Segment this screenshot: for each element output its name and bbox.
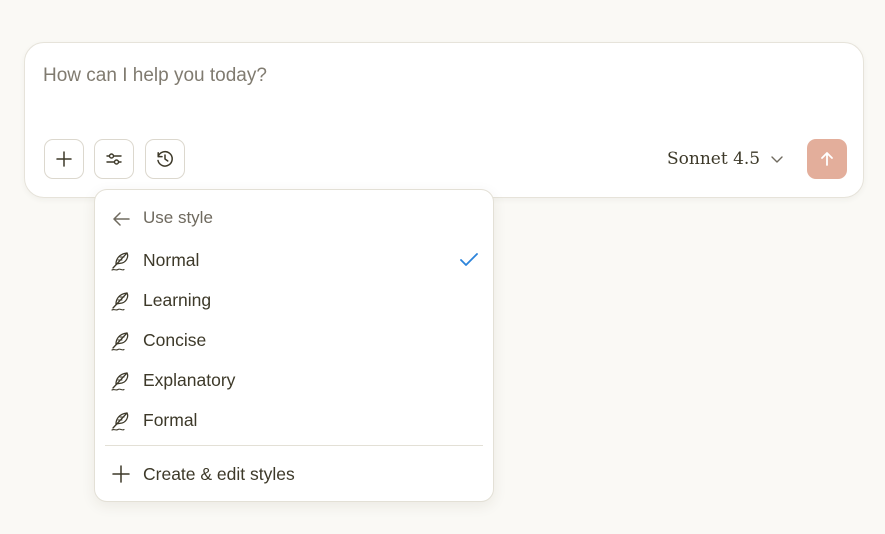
style-item-label: Normal — [143, 250, 200, 270]
prompt-input[interactable] — [43, 65, 823, 87]
style-item-label: Concise — [143, 330, 207, 350]
menu-header-label: Use style — [143, 208, 213, 227]
chevron-down-icon — [771, 156, 783, 163]
style-item-normal[interactable]: Normal — [99, 242, 489, 278]
sliders-icon — [106, 153, 122, 165]
create-edit-styles-button[interactable]: Create & edit styles — [99, 456, 489, 492]
model-selector[interactable]: Sonnet 4.5 — [667, 146, 784, 172]
arrow-up-icon — [821, 152, 833, 166]
feather-icon — [111, 252, 129, 271]
feather-icon — [111, 332, 129, 351]
model-label: Sonnet 4.5 — [667, 149, 761, 169]
style-item-label: Formal — [143, 410, 198, 430]
history-clock-icon — [157, 150, 173, 167]
style-item-learning[interactable]: Learning — [99, 282, 489, 318]
send-button[interactable] — [807, 139, 847, 179]
tools-button[interactable] — [94, 139, 134, 179]
plus-icon — [56, 151, 72, 167]
chat-composer: Sonnet 4.5 — [24, 42, 864, 198]
style-item-formal[interactable]: Formal — [99, 402, 489, 438]
check-icon — [460, 253, 478, 266]
style-item-concise[interactable]: Concise — [99, 322, 489, 358]
feather-icon — [111, 412, 129, 431]
menu-divider — [105, 445, 483, 446]
history-button[interactable] — [145, 139, 185, 179]
style-menu: Use style Normal Learning Concise Explan… — [94, 189, 494, 502]
add-attachment-button[interactable] — [44, 139, 84, 179]
style-item-label: Explanatory — [143, 370, 236, 390]
feather-icon — [111, 372, 129, 391]
arrow-left-icon — [113, 212, 130, 226]
style-item-explanatory[interactable]: Explanatory — [99, 362, 489, 398]
plus-icon — [112, 465, 130, 483]
feather-icon — [111, 292, 129, 311]
create-edit-styles-label: Create & edit styles — [143, 464, 295, 484]
style-item-label: Learning — [143, 290, 212, 310]
back-to-menu[interactable]: Use style — [95, 202, 493, 234]
